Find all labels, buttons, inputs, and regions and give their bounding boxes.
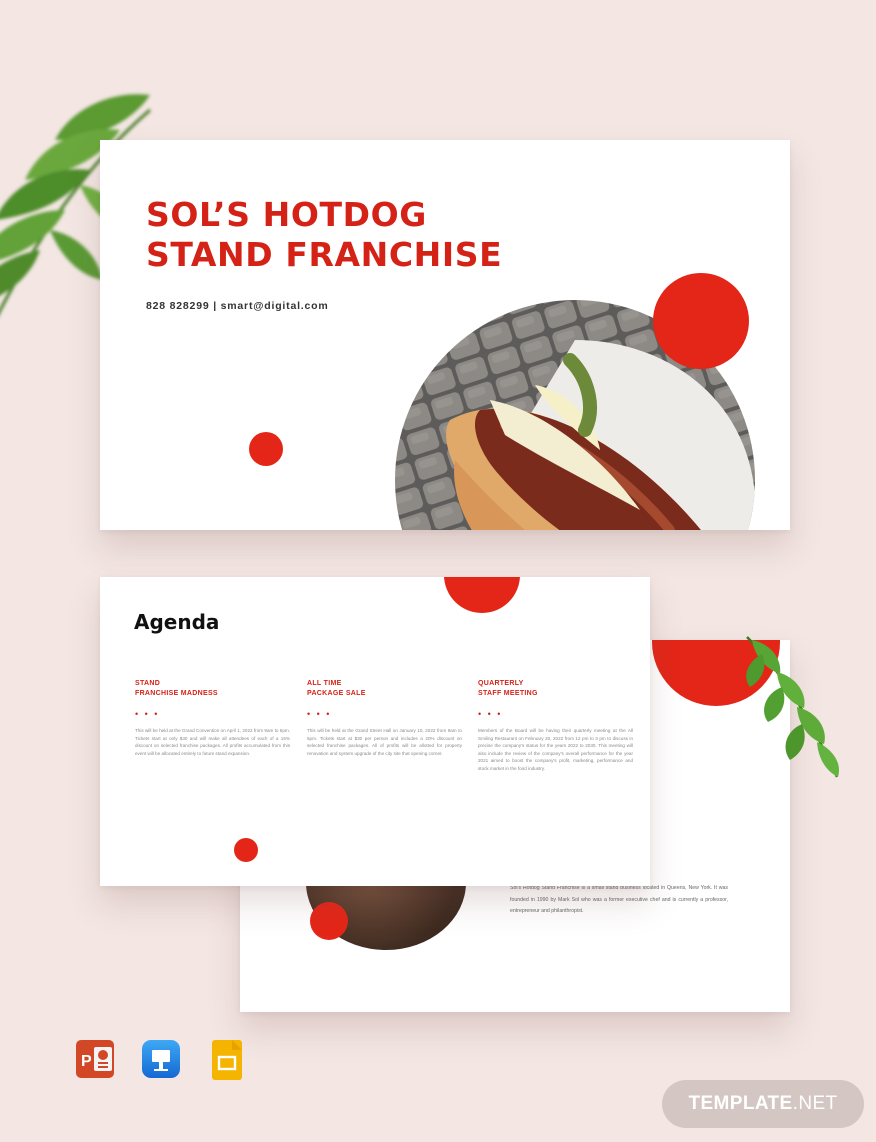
agenda-column: STAND FRANCHISE MADNESS • • • This will …: [135, 679, 290, 757]
agenda-heading: STAND FRANCHISE MADNESS: [135, 680, 218, 697]
agenda-column: ALL TIME PACKAGE SALE • • • This will be…: [307, 679, 462, 757]
badge-suffix: .NET: [792, 1093, 838, 1114]
agenda-heading: QUARTERLY STAFF MEETING: [478, 680, 538, 697]
agenda-body: Members of the Board will be having thei…: [478, 728, 633, 771]
agenda-column: QUARTERLY STAFF MEETING • • • Members of…: [478, 679, 633, 773]
about-red-dot: [310, 902, 348, 940]
about-text: Sol's Hotdog Stand Franchise is a small …: [510, 885, 728, 914]
agenda-red-dot: [234, 838, 258, 862]
google-slides-icon: [212, 1040, 242, 1080]
leaf-right-decoration: [746, 636, 840, 778]
slide-title: SOL’S HOTDOG STAND FRANCHISE: [146, 195, 503, 274]
agenda-title: Agenda: [134, 610, 220, 634]
agenda-slide: Agenda STAND FRANCHISE MADNESS • • • Thi…: [100, 577, 650, 886]
agenda-heading: ALL TIME PACKAGE SALE: [307, 680, 366, 697]
agenda-stars: • • •: [478, 709, 503, 719]
small-red-dot: [249, 432, 283, 466]
badge-brand: TEMPLATE: [688, 1093, 793, 1114]
template-net-badge[interactable]: TEMPLATE .NET: [662, 1080, 864, 1128]
agenda-stars: • • •: [307, 709, 332, 719]
agenda-stars: • • •: [135, 709, 160, 719]
large-red-circle: [653, 273, 749, 369]
agenda-body: This will be held at the Grand Street Ha…: [307, 728, 462, 756]
contact-info: 828 828299 | smart@digital.com: [146, 300, 329, 312]
svg-text:P: P: [81, 1053, 92, 1070]
agenda-red-half-circle: [444, 577, 520, 613]
powerpoint-icon: P: [76, 1040, 114, 1078]
agenda-body: This will be held at the Grand Conventio…: [135, 728, 290, 756]
keynote-icon: [142, 1040, 180, 1078]
title-slide: SOL’S HOTDOG STAND FRANCHISE 828 828299 …: [100, 140, 790, 530]
